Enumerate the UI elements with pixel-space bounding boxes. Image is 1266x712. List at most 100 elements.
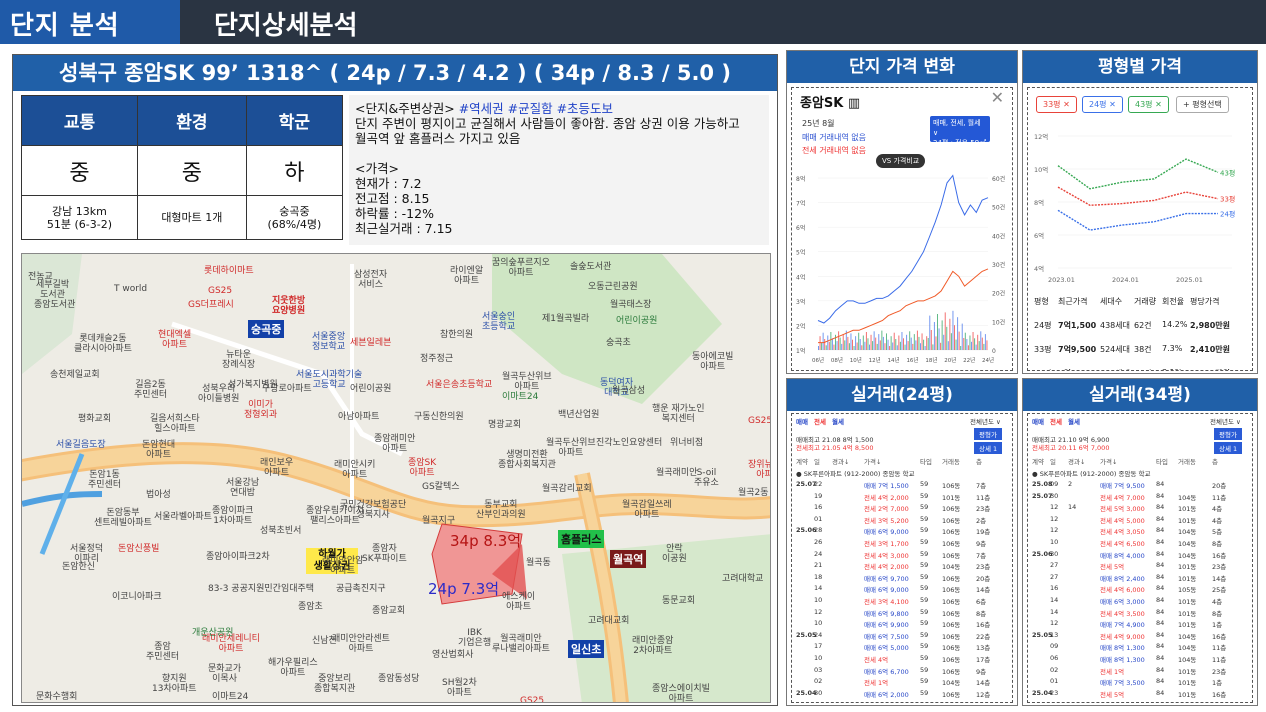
trade-cell: 12: [1050, 503, 1059, 512]
volume-bar: [858, 332, 860, 350]
pill-24[interactable]: 24평 ✕: [1082, 96, 1123, 113]
y-tick: 4억: [1034, 265, 1044, 273]
volume-bar: [971, 341, 972, 350]
volume-bar: [838, 331, 840, 350]
y-left-tick: 4억: [796, 273, 805, 281]
volume-bar: [850, 333, 852, 350]
trades-34-header: 실거래(34평): [1023, 379, 1257, 411]
trade-cell: 12: [1050, 526, 1059, 535]
year-select[interactable]: 전체년도 ∨: [970, 416, 1001, 426]
size-price-button[interactable]: 평형가: [974, 428, 1002, 440]
volume-bar: [978, 341, 980, 350]
volume-bar: [966, 339, 968, 350]
volume-bar: [969, 335, 971, 350]
map-poi-label: 돈암동부 센트레빌아파트: [94, 508, 152, 528]
trade-tab[interactable]: 전세: [814, 416, 826, 426]
detail-button[interactable]: 상세 1: [974, 442, 1003, 454]
pill-33[interactable]: 33평 ✕: [1036, 96, 1077, 113]
detail-button[interactable]: 상세 1: [1214, 442, 1243, 454]
trade-cell: 전세 4억 2,000: [864, 493, 909, 502]
area-map[interactable]: 숭곡중 홈플러스 월곡역 일신초 하월가 생활상권 34p 8.3억 24p 7…: [21, 253, 771, 703]
table-header-cell: 거래량: [1134, 297, 1157, 306]
volume-bar: [824, 339, 826, 350]
volume-bar: [867, 338, 869, 350]
trade-cell: 11층: [1212, 644, 1227, 653]
map-poi-label: 종암자 SK푸파이트: [362, 544, 407, 564]
map-poi-label: 길음서희스타 힐스아파트: [150, 414, 200, 434]
trade-cell: 104동: [1178, 632, 1197, 641]
map-poi-label: 현대엑셀 아파트: [158, 330, 192, 350]
map-poi-label: 월곡래미안: [656, 468, 698, 478]
volume-bar: [875, 337, 877, 350]
volume-bar: [862, 335, 864, 350]
trade-cell: 59: [920, 561, 929, 570]
volume-bar: [907, 341, 909, 350]
map-poi-label: 래미안시키 아파트: [334, 460, 376, 480]
trade-cell: 104동: [1178, 540, 1197, 548]
trade-cell: 09: [1050, 480, 1059, 488]
trade-cell: 21: [814, 561, 823, 570]
year-select[interactable]: 전체년도 ∨: [1210, 416, 1241, 426]
trade-tab[interactable]: 전세: [1050, 416, 1062, 426]
trade-cell: 101동: [1178, 598, 1197, 606]
map-poi-label: GS25: [208, 286, 233, 296]
trade-tab[interactable]: 월세: [1068, 416, 1080, 426]
trade-tab[interactable]: 월세: [832, 416, 844, 426]
map-poi-label: 종암동성당: [378, 674, 420, 684]
table-header-cell: 평당가격: [1190, 297, 1220, 306]
trade-cell: 84: [1156, 561, 1165, 570]
trade-cell: 전세 4억 3,000: [864, 551, 909, 560]
trade-tab[interactable]: 매매: [1032, 416, 1044, 426]
map-poi-label: 종암 주민센터: [146, 642, 180, 662]
volume-bar: [910, 337, 912, 350]
trade-cell: 16: [1050, 584, 1059, 593]
trade-cell: 23층: [976, 505, 991, 514]
volume-bar: [873, 331, 875, 350]
trade-cell: 매매 8억 1,300: [1100, 656, 1145, 664]
map-poi-label: 지웃한방 요양병원: [272, 296, 306, 316]
trade-cell: 전세 4억 7,000: [1100, 493, 1145, 502]
desc-tags: #역세권 #균질함 #초등도보: [458, 101, 614, 116]
map-tag-homeplus: 홈플러스: [558, 530, 605, 548]
trade-cell: 59: [920, 514, 929, 523]
map-poi-label: 백년산업원: [558, 410, 600, 420]
y-left-tick: 8억: [796, 175, 805, 183]
map-poi-label: 월곡삼성: [612, 386, 646, 396]
map-poi-label: 종암아이파크2차: [206, 552, 270, 562]
trade-col-header: 일: [1050, 458, 1056, 466]
trade-cell: 7층: [976, 482, 987, 490]
map-poi-label: IBK 기업은행: [458, 628, 492, 648]
volume-bar: [957, 317, 959, 350]
trade-cell: 01: [814, 514, 823, 523]
pill-43[interactable]: 43평 ✕: [1128, 96, 1169, 113]
table-cell: 7억9,500: [1058, 345, 1097, 354]
map-poi-label: 송천제일교회: [50, 370, 100, 380]
size-price-button[interactable]: 평형가: [1214, 428, 1242, 440]
map-poi-label: 롯데하이마트: [204, 266, 254, 276]
trade-cell: 13: [1050, 630, 1059, 639]
volume-bar: [886, 333, 887, 350]
trade-cell: 11층: [1212, 656, 1227, 664]
trade-cell: 19: [814, 491, 823, 500]
map-poi-label: 이미가 정형외과: [244, 400, 278, 420]
trade-cell: 매매 6억 3,000: [1100, 598, 1145, 606]
trade-cell: 매매 6억 7,500: [864, 632, 909, 641]
trade-cell: 23층: [976, 563, 991, 572]
map-poi-label: 라이엔알 아파트: [450, 266, 484, 286]
volume-bar: [903, 338, 904, 350]
trade-tab[interactable]: 매매: [796, 416, 808, 426]
trade-cell: 매매 8억 1,300: [1100, 644, 1145, 653]
metric-grade-environment: 중: [136, 145, 247, 196]
trade-cell: 전세 4억 3,050: [1100, 528, 1145, 537]
volume-bar: [961, 323, 963, 350]
trade-cell: 59: [920, 677, 929, 686]
volume-bar: [975, 344, 977, 350]
map-poi-label: 83-3 공공지원민간임대주택: [208, 584, 315, 594]
size-select-button[interactable]: + 평형선택: [1176, 96, 1229, 113]
series-label: 33평: [1220, 195, 1235, 204]
table-cell: 2,410만원: [1190, 345, 1231, 354]
table-header-cell: 최근가격: [1058, 297, 1088, 306]
size-price-chart-frame: 33평 ✕ 24평 ✕ 43평 ✕ + 평형선택 12억 10억 8억 6억 4억 202…: [1027, 87, 1253, 371]
trade-cell: 매매 6억 9,000: [864, 586, 909, 595]
trade-cell: 매매 7억 9,500: [1100, 482, 1145, 490]
